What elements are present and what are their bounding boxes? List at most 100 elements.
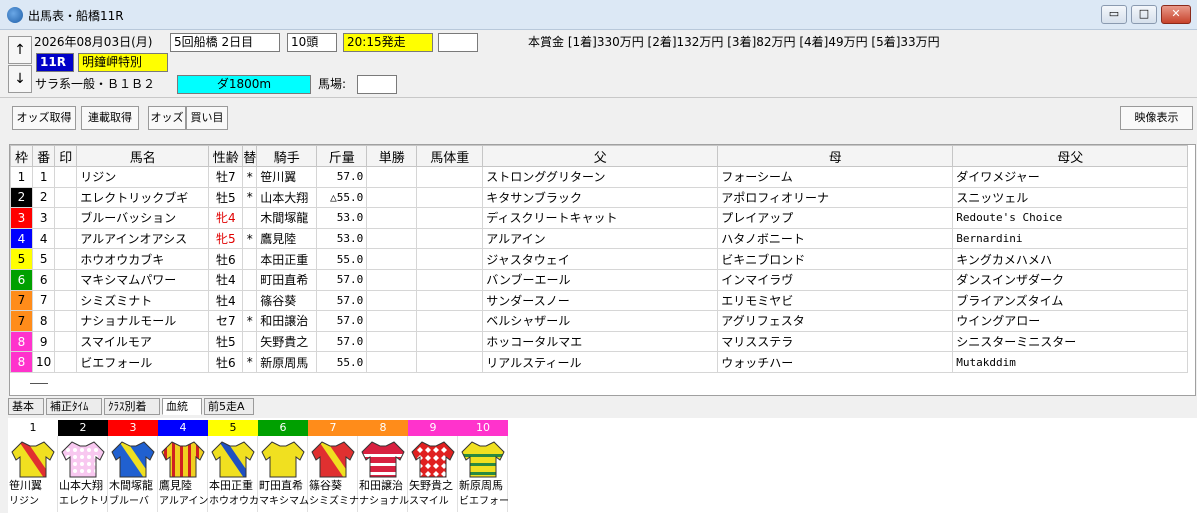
body-weight-cell	[416, 351, 484, 373]
prev-race-button[interactable]: ↑	[8, 36, 32, 64]
going-field[interactable]	[357, 75, 397, 94]
jockey-cell: 山本大翔	[256, 186, 318, 209]
damsire-cell: ウイングアロー	[952, 310, 1189, 332]
sire-cell: ディスクリートキャット	[482, 207, 719, 229]
body-weight-cell	[416, 186, 484, 209]
silk-card[interactable]: 5 本田正重 ホウオウカ	[208, 420, 259, 512]
next-race-button[interactable]: ↓	[8, 65, 32, 93]
column-header[interactable]: 馬名	[76, 145, 210, 167]
column-header[interactable]: 性齢	[208, 145, 244, 167]
silk-card[interactable]: 6 町田直希 マキシマム	[258, 420, 309, 512]
table-row[interactable]: 7 8 ナショナルモール セ7 * 和田譲治 57.0 ベルシャザール アグリフェスタ ウイングア…	[10, 310, 1189, 332]
dam-cell: アポロフィオリーナ	[717, 186, 954, 209]
silk-card[interactable]: 2 山本大翔 エレクトリ	[58, 420, 109, 512]
mark-cell	[54, 351, 78, 373]
silk-card[interactable]: 3 木間塚龍 ブルーバ	[108, 420, 158, 512]
waku-cell: 7	[10, 310, 33, 332]
weight-cell: 53.0	[316, 227, 368, 250]
column-header[interactable]: 母父	[952, 145, 1189, 167]
column-header[interactable]: 馬体重	[416, 145, 484, 167]
table-row[interactable]: 6 6 マキシマムパワー 牡4 町田直希 57.0 バンブーエール インマイラヴ ダンスインザダ…	[10, 268, 1189, 291]
table-row[interactable]: 8 10 ビエフォール 牡6 * 新原周馬 55.0 リアルスティール ウォッチハー Mutakd…	[10, 351, 1189, 373]
jockey-change-cell	[242, 289, 258, 312]
table-row[interactable]: 1 1 リジン 牡7 * 笹川翼 57.0 ストロンググリターン フォーシーム ダイワメジャー	[10, 166, 1189, 188]
mark-cell	[54, 289, 78, 312]
tab-1[interactable]: 補正ﾀｲﾑ	[46, 398, 102, 415]
jockey-change-cell	[242, 268, 258, 291]
bets-button[interactable]: 買い目	[186, 106, 228, 130]
column-header[interactable]: 騎手	[256, 145, 318, 167]
weight-cell: 57.0	[316, 330, 368, 353]
column-header[interactable]: 単勝	[366, 145, 418, 167]
silk-jockey-name: 木間塚龍	[109, 479, 153, 492]
silk-number: 7	[308, 420, 358, 436]
table-row[interactable]: 8 9 スマイルモア 牡5 矢野貴之 57.0 ホッコータルマエ マリスステラ シニスターミニス…	[10, 330, 1189, 353]
mark-cell	[54, 248, 78, 270]
silk-jockey-name: 新原周馬	[459, 479, 503, 492]
close-button[interactable]: ✕	[1161, 5, 1191, 24]
table-row[interactable]: 3 3 ブルーバッション 牝4 木間塚龍 53.0 ディスクリートキャット プレイアップ Red…	[10, 207, 1189, 229]
table-row[interactable]: 7 7 シミズミナト 牡4 篠谷葵 57.0 サンダースノー エリモミヤビ ブライアンズタイム	[10, 289, 1189, 312]
column-header[interactable]: 印	[54, 145, 78, 167]
mark-cell	[54, 268, 78, 291]
jockey-cell: 木間塚龍	[256, 207, 318, 229]
dam-cell: インマイラヴ	[717, 268, 954, 291]
odds-button[interactable]: オッズ	[148, 106, 186, 130]
sire-cell: ホッコータルマエ	[482, 330, 719, 353]
dam-cell: ウォッチハー	[717, 351, 954, 373]
column-header[interactable]: 母	[717, 145, 954, 167]
silk-card[interactable]: 1 笹川翼 リジン	[8, 420, 58, 512]
dam-cell: フォーシーム	[717, 166, 954, 188]
odds-cell	[366, 186, 418, 209]
silk-number: 1	[8, 420, 58, 436]
column-header[interactable]: 替	[242, 145, 258, 167]
silk-horse-name: スマイル	[409, 496, 449, 507]
fetch-combo-button[interactable]: 連載取得	[81, 106, 139, 130]
scroll-marker	[30, 383, 48, 384]
sex-age-cell: 牡6	[208, 248, 244, 270]
silk-card[interactable]: 10 新原周馬 ビエフォー	[458, 420, 509, 512]
silk-horse-name: ホウオウカ	[209, 496, 259, 507]
body-weight-cell	[416, 310, 484, 332]
waku-cell: 3	[10, 207, 33, 229]
sex-age-cell: 牝5	[208, 227, 244, 250]
tab-4[interactable]: 前5走A	[204, 398, 254, 415]
silk-card[interactable]: 7 篠谷葵 シミズミナ	[308, 420, 359, 512]
tab-3[interactable]: 血統	[162, 398, 202, 415]
jockey-silks-icon	[8, 436, 58, 478]
horse-name-cell: スマイルモア	[76, 330, 210, 353]
table-row[interactable]: 5 5 ホウオウカブキ 牡6 本田正重 55.0 ジャスタウェイ ビキニブロンド キングカメハメ…	[10, 248, 1189, 270]
silk-card[interactable]: 4 鷹見陸 アルアイン	[158, 420, 208, 512]
table-row[interactable]: 2 2 エレクトリックブギ 牡5 * 山本大翔 △55.0 キタサンブラック アポロフィオリーナ…	[10, 186, 1189, 209]
video-button[interactable]: 映像表示	[1120, 106, 1193, 130]
odds-cell	[366, 351, 418, 373]
extra-field[interactable]	[438, 33, 478, 52]
column-header[interactable]: 番	[31, 145, 56, 167]
column-header[interactable]: 枠	[10, 145, 33, 167]
silk-card[interactable]: 9 矢野貴之 スマイル	[408, 420, 458, 512]
odds-cell	[366, 310, 418, 332]
fetch-odds-button[interactable]: オッズ取得	[12, 106, 76, 130]
body-weight-cell	[416, 248, 484, 270]
jockey-silks-icon	[108, 436, 158, 478]
mark-cell	[54, 330, 78, 353]
jockey-silks-icon	[158, 436, 208, 478]
race-name: 明鐘岬特別	[78, 53, 168, 72]
dam-cell: マリスステラ	[717, 330, 954, 353]
prize-money: 本賞金 [1着]330万円 [2着]132万円 [3着]82万円 [4着]49万…	[528, 35, 940, 49]
tab-0[interactable]: 基本	[8, 398, 44, 415]
number-cell: 6	[31, 268, 56, 291]
odds-cell	[366, 227, 418, 250]
number-cell: 3	[31, 207, 56, 229]
maximize-button[interactable]: □	[1131, 5, 1157, 24]
table-row[interactable]: 4 4 アルアインオアシス 牝5 * 鷹見陸 53.0 アルアイン ハタノボニート Bernard…	[10, 227, 1189, 250]
tab-2[interactable]: ｸﾗｽ別着	[104, 398, 160, 415]
minimize-button[interactable]: ▭	[1101, 5, 1127, 24]
dam-cell: プレイアップ	[717, 207, 954, 229]
mark-cell	[54, 227, 78, 250]
column-header[interactable]: 父	[482, 145, 719, 167]
silk-card[interactable]: 8 和田譲治 ナショナル	[358, 420, 409, 512]
odds-cell	[366, 207, 418, 229]
toolbar: オッズ取得 連載取得 オッズ 買い目 映像表示	[0, 99, 1197, 143]
column-header[interactable]: 斤量	[316, 145, 368, 167]
